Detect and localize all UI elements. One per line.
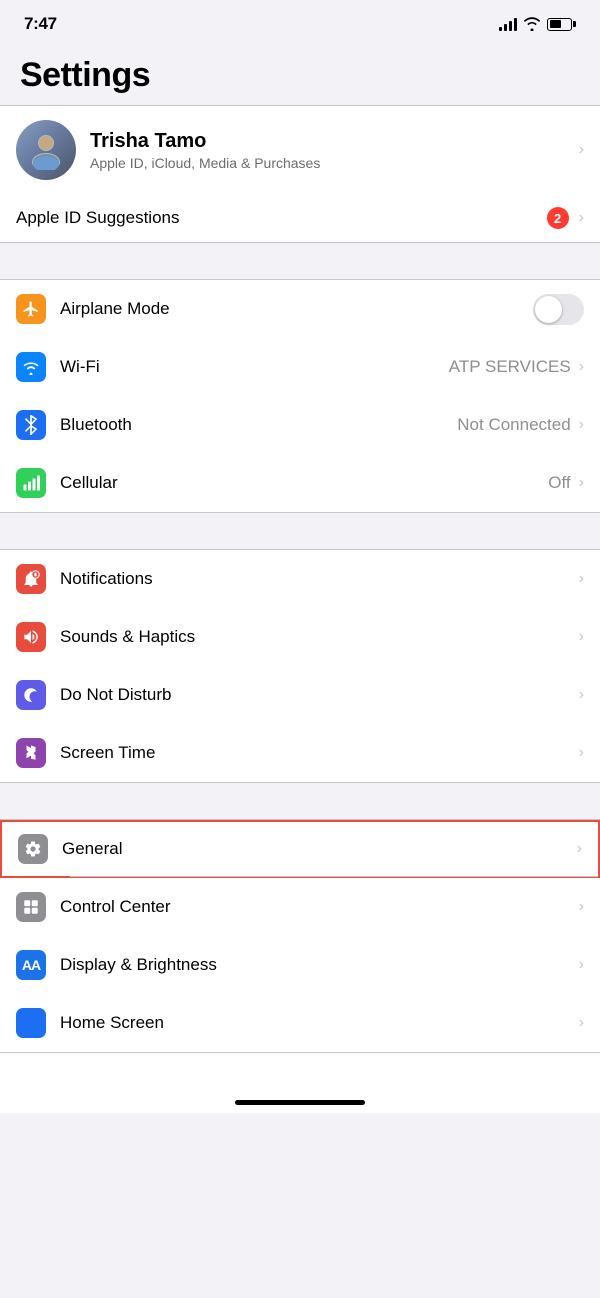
do-not-disturb-row[interactable]: Do Not Disturb › <box>0 666 600 724</box>
wifi-row[interactable]: Wi-Fi ATP SERVICES › <box>0 338 600 396</box>
cellular-label: Cellular <box>60 473 548 493</box>
notifications-chevron-icon: › <box>579 570 584 588</box>
page-title: Settings <box>20 56 580 95</box>
home-screen-icon <box>16 1008 46 1038</box>
bluetooth-icon <box>16 410 46 440</box>
battery-icon <box>547 18 576 31</box>
display-brightness-row[interactable]: AA Display & Brightness › <box>0 936 600 994</box>
screen-time-row[interactable]: Screen Time › <box>0 724 600 782</box>
wifi-value: ATP SERVICES <box>449 357 571 377</box>
profile-subtitle: Apple ID, iCloud, Media & Purchases <box>90 155 577 171</box>
notifications-icon <box>16 564 46 594</box>
spacer-1 <box>0 243 600 279</box>
apple-id-suggestions-row[interactable]: Apple ID Suggestions 2 › <box>0 194 600 242</box>
airplane-mode-label: Airplane Mode <box>60 299 533 319</box>
general-group: General › Control Center › AA Display & … <box>0 819 600 1053</box>
bluetooth-label: Bluetooth <box>60 415 457 435</box>
spacer-3 <box>0 783 600 819</box>
apple-id-suggestions-label: Apple ID Suggestions <box>16 208 547 228</box>
bluetooth-row[interactable]: Bluetooth Not Connected › <box>0 396 600 454</box>
display-brightness-icon: AA <box>16 950 46 980</box>
display-brightness-chevron-icon: › <box>579 956 584 974</box>
spacer-2 <box>0 513 600 549</box>
wifi-chevron-icon: › <box>579 358 584 376</box>
profile-group: Trisha Tamo Apple ID, iCloud, Media & Pu… <box>0 105 600 243</box>
profile-name: Trisha Tamo <box>90 130 577 153</box>
sounds-haptics-chevron-icon: › <box>579 628 584 646</box>
do-not-disturb-label: Do Not Disturb <box>60 685 577 705</box>
home-indicator-bar <box>235 1100 365 1105</box>
page-title-section: Settings <box>0 40 600 105</box>
notifications-row[interactable]: Notifications › <box>0 550 600 608</box>
airplane-mode-toggle[interactable] <box>533 294 584 325</box>
control-center-icon <box>16 892 46 922</box>
apple-id-badge: 2 <box>547 207 569 229</box>
status-time: 7:47 <box>24 14 57 34</box>
general-chevron-icon: › <box>577 840 582 858</box>
airplane-mode-icon <box>16 294 46 324</box>
status-icons <box>499 17 576 31</box>
screen-time-icon <box>16 738 46 768</box>
wifi-label: Wi-Fi <box>60 357 449 377</box>
signal-strength-icon <box>499 17 517 31</box>
suggestions-chevron-icon: › <box>579 209 584 227</box>
cellular-chevron-icon: › <box>579 474 584 492</box>
airplane-mode-row[interactable]: Airplane Mode <box>0 280 600 338</box>
connectivity-group: Airplane Mode Wi-Fi ATP SERVICES › Bluet… <box>0 279 600 513</box>
profile-chevron-icon: › <box>579 141 584 159</box>
sounds-haptics-label: Sounds & Haptics <box>60 627 577 647</box>
profile-row[interactable]: Trisha Tamo Apple ID, iCloud, Media & Pu… <box>0 106 600 194</box>
wifi-icon <box>523 17 541 31</box>
cellular-row[interactable]: Cellular Off › <box>0 454 600 512</box>
display-brightness-label: Display & Brightness <box>60 955 577 975</box>
profile-info: Trisha Tamo Apple ID, iCloud, Media & Pu… <box>90 130 577 171</box>
home-screen-chevron-icon: › <box>579 1014 584 1032</box>
sounds-haptics-icon <box>16 622 46 652</box>
sounds-haptics-row[interactable]: Sounds & Haptics › <box>0 608 600 666</box>
notifications-group: Notifications › Sounds & Haptics › Do No… <box>0 549 600 783</box>
screen-time-label: Screen Time <box>60 743 577 763</box>
control-center-label: Control Center <box>60 897 577 917</box>
wifi-settings-icon <box>16 352 46 382</box>
general-row[interactable]: General › <box>0 820 600 878</box>
home-screen-row[interactable]: Home Screen › <box>0 994 600 1052</box>
control-center-chevron-icon: › <box>579 898 584 916</box>
notifications-label: Notifications <box>60 569 577 589</box>
status-bar: 7:47 <box>0 0 600 40</box>
bluetooth-value: Not Connected <box>457 415 570 435</box>
screen-time-chevron-icon: › <box>579 744 584 762</box>
cellular-value: Off <box>548 473 570 493</box>
general-icon <box>18 834 48 864</box>
do-not-disturb-chevron-icon: › <box>579 686 584 704</box>
cellular-icon <box>16 468 46 498</box>
bluetooth-chevron-icon: › <box>579 416 584 434</box>
control-center-row[interactable]: Control Center › <box>0 878 600 936</box>
do-not-disturb-icon <box>16 680 46 710</box>
general-label: General <box>62 839 575 859</box>
avatar <box>16 120 76 180</box>
home-indicator-area <box>0 1053 600 1113</box>
home-screen-label: Home Screen <box>60 1013 577 1033</box>
